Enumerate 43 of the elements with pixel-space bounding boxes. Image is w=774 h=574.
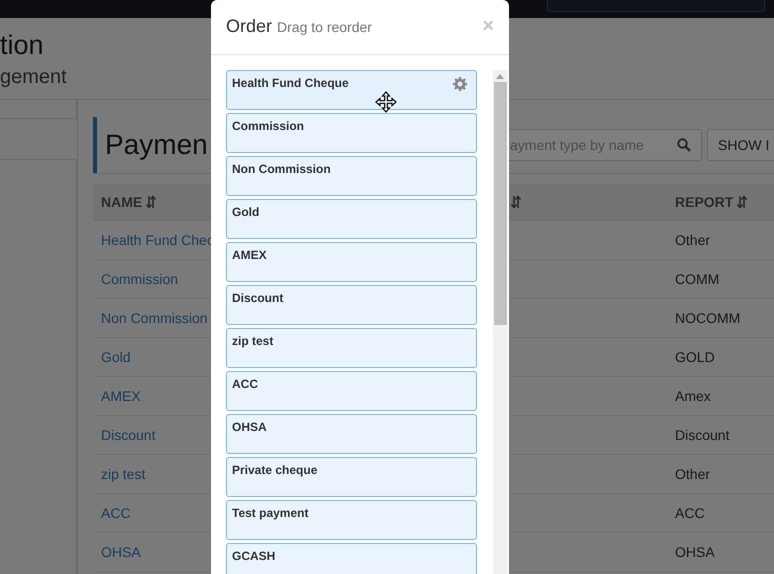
payment-name-link[interactable]: OHSA [101,544,141,560]
sortable-item[interactable]: Health Fund Cheque [226,70,477,110]
sortable-item[interactable]: AMEX [226,242,477,282]
show-button[interactable]: SHOW I [707,129,774,161]
sortable-item[interactable]: Non Commission [226,156,477,196]
table-cell: Other [675,232,710,248]
sortable-item[interactable]: Test payment [226,500,477,540]
payment-name-link[interactable]: Gold [101,349,131,365]
scroll-up-icon [495,73,505,79]
column-header[interactable]: NAME [101,194,142,210]
modal-title: Order [226,16,272,37]
table-cell: Other [675,466,710,482]
payment-name-link[interactable]: zip test [101,466,146,482]
table-cell: ACC [675,505,705,521]
page-title: tion [0,30,44,60]
sortable-item[interactable]: Commission [226,113,477,153]
sortable-item[interactable]: zip test [226,328,477,368]
table-cell: OHSA [675,544,715,560]
payment-name-link[interactable]: Commission [101,271,178,287]
sortable-item[interactable]: Gold [226,199,477,239]
sortable-item[interactable]: Discount [226,285,477,325]
column-header[interactable]: REPORT [675,194,734,210]
table-cell: GOLD [675,349,715,365]
gear-icon [453,77,467,91]
page-subtitle: gement [0,65,67,90]
payment-name-link[interactable]: Discount [101,427,156,443]
table-cell: Amex [675,388,711,404]
sortable-item[interactable]: GCASH [226,543,477,574]
modal-hint: Drag to reorder [277,19,372,35]
table-cell: Discount [675,427,730,443]
sortable-item[interactable]: Private cheque [226,457,477,497]
move-cursor-icon [375,91,397,113]
scrollbar[interactable] [493,70,507,574]
search-icon [677,138,691,152]
table-cell: NOCOMM [675,310,740,326]
scrollbar-thumb[interactable] [494,82,506,325]
top-bar-button[interactable] [547,0,765,12]
sortable-item[interactable]: ACC [226,371,477,411]
payment-name-link[interactable]: AMEX [101,388,141,404]
table-cell: COMM [675,271,720,287]
sortable-item[interactable]: OHSA [226,414,477,454]
payment-name-link[interactable]: Non Commission [101,310,208,326]
payment-name-link[interactable]: ACC [101,505,131,521]
